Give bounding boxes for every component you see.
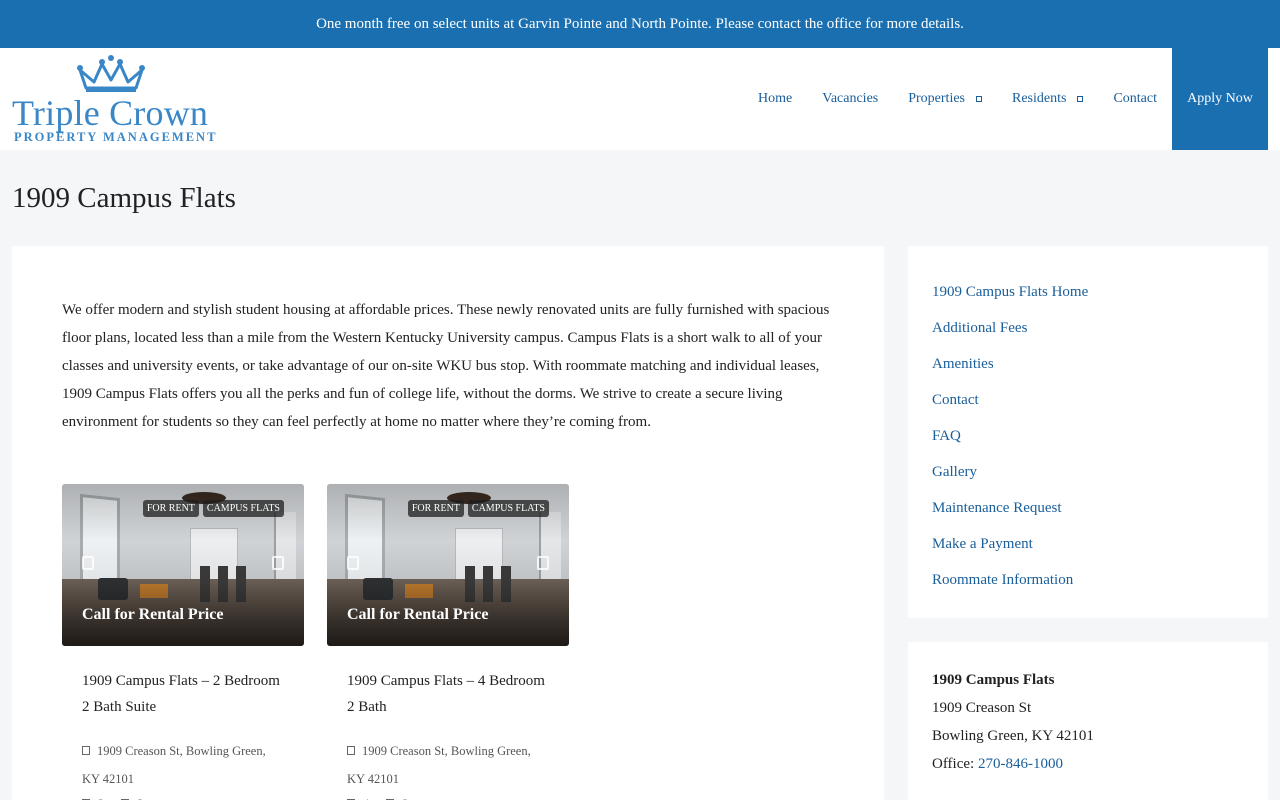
sidebar-item-amenities[interactable]: Amenities xyxy=(932,346,1088,382)
sidebar-item-home[interactable]: 1909 Campus Flats Home xyxy=(932,274,1088,310)
sidebar-item-roommate-information[interactable]: Roommate Information xyxy=(932,562,1088,598)
listing-address: 1909 Creason St, Bowling Green, KY 42101 xyxy=(347,744,531,786)
listing-title[interactable]: 1909 Campus Flats – 4 Bedroom 2 Bath xyxy=(347,668,549,720)
badge-campus-flats[interactable]: CAMPUS FLATS xyxy=(467,500,549,517)
badge-campus-flats[interactable]: CAMPUS FLATS xyxy=(202,500,284,517)
sidebar-item-contact[interactable]: Contact xyxy=(932,382,1088,418)
property-office: Office: 270-846-1000 xyxy=(932,750,1094,778)
badge-for-rent[interactable]: FOR RENT xyxy=(407,500,464,517)
nav-item-properties[interactable]: Properties xyxy=(908,91,982,107)
property-street: 1909 Creason St xyxy=(932,700,1032,716)
property-city: Bowling Green, KY 42101 xyxy=(932,728,1094,744)
prev-image-icon[interactable] xyxy=(82,556,94,570)
sidebar-links: 1909 Campus Flats Home Additional Fees A… xyxy=(932,274,1088,598)
dropdown-icon xyxy=(976,96,982,102)
listing-badges: FOR RENT CAMPUS FLATS xyxy=(404,500,549,517)
listing-card[interactable]: FOR RENT CAMPUS FLATS Call for Rental Pr… xyxy=(62,484,304,800)
property-name: 1909 Campus Flats xyxy=(932,672,1055,688)
intro-paragraph: We offer modern and stylish student hous… xyxy=(62,302,830,430)
site-header: Triple Crown PROPERTY MANAGEMENT Home Va… xyxy=(0,48,1280,150)
listing-card[interactable]: FOR RENT CAMPUS FLATS Call for Rental Pr… xyxy=(327,484,569,800)
next-image-icon[interactable] xyxy=(537,556,549,570)
site-logo[interactable]: Triple Crown PROPERTY MANAGEMENT xyxy=(12,54,222,144)
listing-price: Call for Rental Price xyxy=(82,606,224,623)
apply-now-button[interactable]: Apply Now xyxy=(1172,48,1268,150)
page-title: 1909 Campus Flats xyxy=(12,182,236,214)
announcement-bar: One month free on select units at Garvin… xyxy=(0,0,1280,48)
listing-address: 1909 Creason St, Bowling Green, KY 42101 xyxy=(82,744,266,786)
listing-badges: FOR RENT CAMPUS FLATS xyxy=(139,500,284,517)
sidebar-nav: 1909 Campus Flats Home Additional Fees A… xyxy=(908,246,1268,618)
property-info-card: 1909 Campus Flats 1909 Creason St Bowlin… xyxy=(908,642,1268,800)
main-nav: Home Vacancies Properties Residents Cont… xyxy=(728,48,1268,150)
listing-price: Call for Rental Price xyxy=(347,606,489,623)
badge-for-rent[interactable]: FOR RENT xyxy=(142,500,199,517)
sidebar-item-maintenance-request[interactable]: Maintenance Request xyxy=(932,490,1088,526)
crown-icon xyxy=(77,55,145,92)
property-info: 1909 Campus Flats 1909 Creason St Bowlin… xyxy=(932,666,1094,778)
map-marker-icon xyxy=(347,746,355,755)
office-phone-link[interactable]: 270-846-1000 xyxy=(978,756,1063,772)
logo-name: Triple Crown xyxy=(12,93,209,133)
listing-photo[interactable]: FOR RENT CAMPUS FLATS Call for Rental Pr… xyxy=(62,484,304,646)
nav-item-home[interactable]: Home xyxy=(758,91,792,107)
sidebar-item-make-a-payment[interactable]: Make a Payment xyxy=(932,526,1088,562)
next-image-icon[interactable] xyxy=(272,556,284,570)
nav-item-residents[interactable]: Residents xyxy=(1012,91,1084,107)
nav-item-contact[interactable]: Contact xyxy=(1113,91,1157,107)
announcement-text: One month free on select units at Garvin… xyxy=(316,15,964,32)
logo-subtitle: PROPERTY MANAGEMENT xyxy=(14,130,218,144)
sidebar-item-gallery[interactable]: Gallery xyxy=(932,454,1088,490)
map-marker-icon xyxy=(82,746,90,755)
dropdown-icon xyxy=(1077,96,1084,102)
listing-photo[interactable]: FOR RENT CAMPUS FLATS Call for Rental Pr… xyxy=(327,484,569,646)
sidebar-item-additional-fees[interactable]: Additional Fees xyxy=(932,310,1088,346)
nav-item-vacancies[interactable]: Vacancies xyxy=(822,91,878,107)
main-content: We offer modern and stylish student hous… xyxy=(12,246,884,800)
prev-image-icon[interactable] xyxy=(347,556,359,570)
office-label: Office: xyxy=(932,756,978,772)
listing-title[interactable]: 1909 Campus Flats – 2 Bedroom 2 Bath Sui… xyxy=(82,668,284,720)
sidebar-item-faq[interactable]: FAQ xyxy=(932,418,1088,454)
